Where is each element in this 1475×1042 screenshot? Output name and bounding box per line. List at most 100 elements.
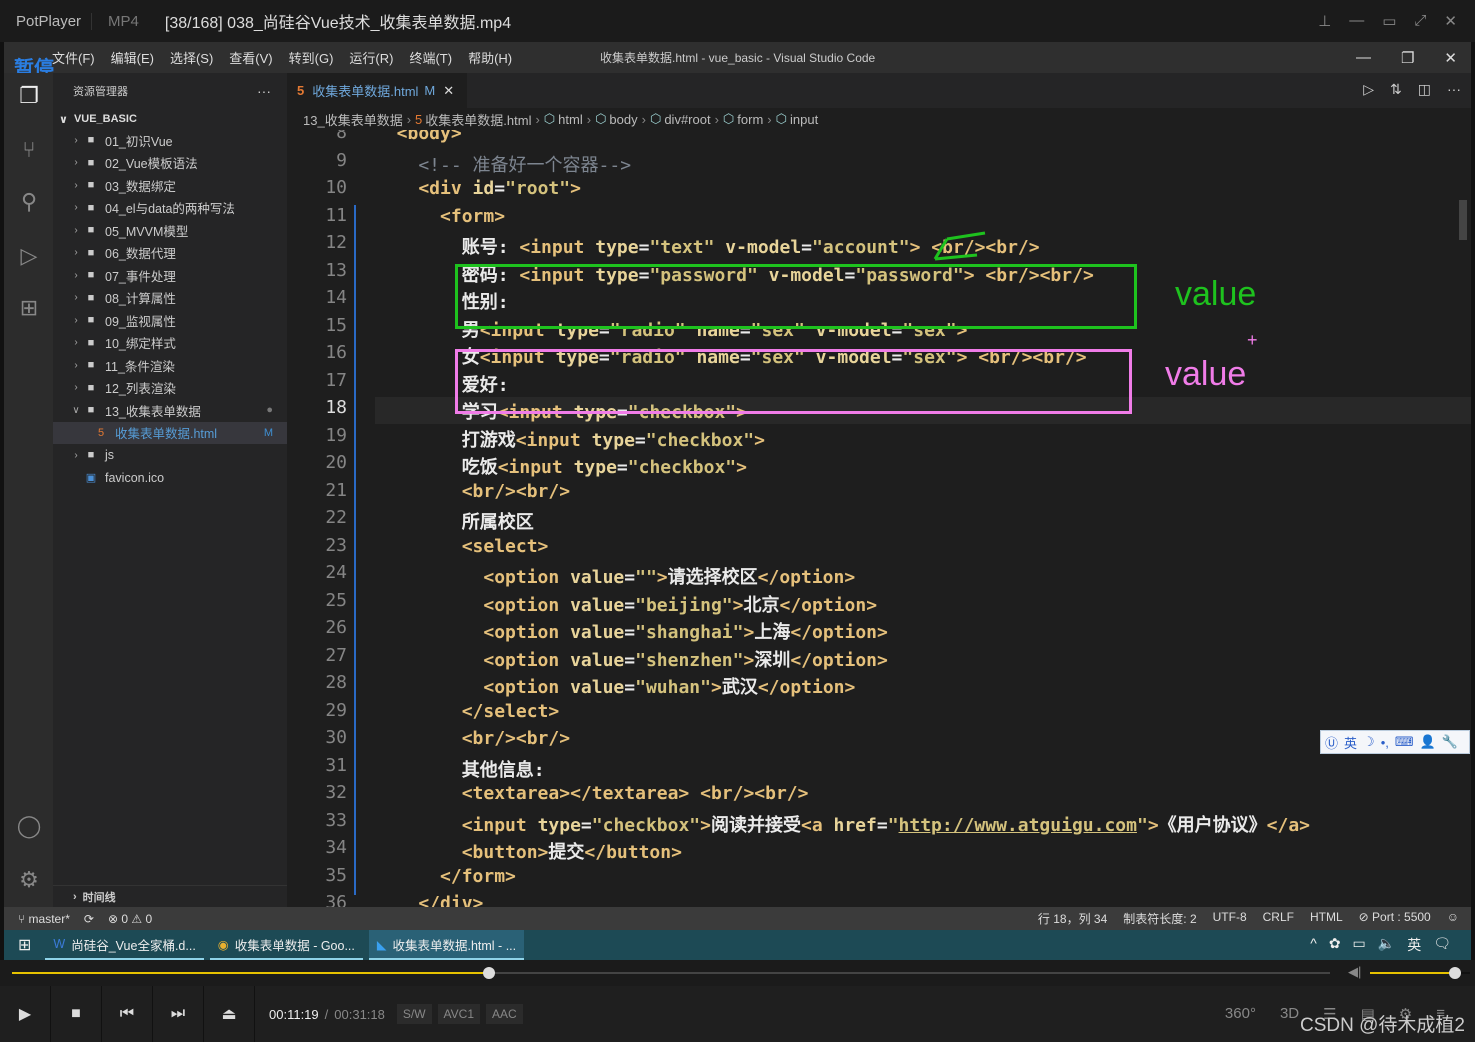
tray-icon[interactable]: 🗨 [1433, 935, 1451, 955]
tray-icon[interactable]: ✿ [1329, 935, 1341, 955]
menu-item[interactable]: 运行(R) [341, 48, 401, 67]
workspace-root[interactable]: ∨ VUE_BASIC [53, 109, 287, 129]
close-tab-icon[interactable]: ✕ [443, 83, 454, 99]
explorer-item[interactable]: › ■ 02_Vue模板语法 [53, 152, 287, 175]
taskbar-item[interactable]: W 尚硅谷_Vue全家桶.d... [45, 930, 204, 960]
split-editor-icon[interactable]: ◫ [1418, 81, 1431, 98]
minimize-icon[interactable]: — [1356, 49, 1371, 67]
seek-bar[interactable] [12, 967, 1330, 979]
extensions-icon[interactable]: ⊞ [14, 295, 44, 321]
codec-chip[interactable]: S/W [396, 1004, 432, 1024]
explorer-item[interactable]: › ■ 01_初识Vue [53, 129, 287, 152]
explorer-icon[interactable]: ❐ [14, 83, 44, 109]
tab-size[interactable]: 制表符长度: 2 [1123, 910, 1196, 927]
ime-toolbar[interactable]: Ⓤ 英 ☽ •, ⌨ 👤 🔧 [1320, 730, 1470, 754]
source-control-icon[interactable]: ⑂ [14, 137, 44, 163]
account-icon[interactable]: ◯ [14, 813, 44, 839]
timeline-section[interactable]: › 时间线 [53, 885, 287, 907]
editor-scrollbar[interactable] [1459, 200, 1467, 240]
cursor-position[interactable]: 行 18，列 34 [1038, 910, 1107, 927]
line-number: 20 [325, 452, 347, 473]
menu-item[interactable]: 编辑(E) [103, 48, 162, 67]
window-control-icon[interactable]: — [1349, 12, 1364, 30]
window-control-icon[interactable]: ✕ [1444, 12, 1457, 30]
explorer-item[interactable]: › ■ 06_数据代理 [53, 242, 287, 265]
explorer-item[interactable]: › ■ 07_事件处理 [53, 264, 287, 287]
explorer-item[interactable]: ▣ favicon.ico [53, 467, 287, 490]
explorer-item[interactable]: › ■ 08_计算属性 [53, 287, 287, 310]
window-control-icon[interactable]: ⤢ [1414, 12, 1426, 30]
explorer-item[interactable]: › ■ 04_el与data的两种写法 [53, 197, 287, 220]
problems-count[interactable]: ⊗ 0 ⚠ 0 [108, 912, 152, 926]
player-window-controls[interactable]: ⊥ — ▭ ⤢ ✕ [1318, 12, 1475, 30]
eject-button[interactable]: ⏏ [204, 986, 255, 1042]
previous-button[interactable]: ⏮ [102, 986, 153, 1042]
taskbar-item[interactable]: ◉ 收集表单数据 - Goo... [209, 930, 363, 960]
tray-icon[interactable]: 🔈 [1378, 935, 1395, 955]
encoding[interactable]: UTF-8 [1213, 910, 1247, 927]
breadcrumb-item[interactable]: form [737, 112, 763, 127]
menu-item[interactable]: 终端(T) [401, 48, 460, 67]
language-mode[interactable]: HTML [1310, 910, 1343, 927]
sync-icon[interactable]: ⟳ [84, 912, 94, 926]
breadcrumb-item[interactable]: html [558, 112, 583, 127]
close-icon[interactable]: ✕ [1444, 49, 1457, 67]
tray-icon[interactable]: 英 [1407, 935, 1421, 955]
explorer-item[interactable]: › ■ 03_数据绑定 [53, 174, 287, 197]
play-button[interactable]: ▶ [0, 986, 51, 1042]
breadcrumb-item[interactable]: div#root [664, 112, 710, 127]
git-branch[interactable]: master* [29, 912, 70, 926]
tab-collect-form-html[interactable]: 5 收集表单数据.html M ✕ [287, 73, 467, 108]
explorer-item[interactable]: ∨ ■ 13_收集表单数据 ● [53, 399, 287, 422]
menu-item[interactable]: 选择(S) [162, 48, 221, 67]
start-icon[interactable]: ⊞ [4, 935, 45, 955]
stop-button[interactable]: ■ [51, 986, 102, 1042]
breadcrumb-item[interactable]: 收集表单数据.html [425, 110, 531, 129]
code-line: <!-- 准备好一个容器--> [375, 151, 631, 177]
window-control-icon[interactable]: ▭ [1382, 12, 1396, 30]
seek-handle[interactable] [483, 967, 496, 979]
window-control-icon[interactable]: ⊥ [1318, 12, 1331, 30]
menu-item[interactable]: 帮助(H) [460, 48, 520, 67]
codec-chip[interactable]: AVC1 [437, 1004, 481, 1024]
explorer-item[interactable]: › ■ js [53, 444, 287, 467]
volume-slider[interactable] [1370, 967, 1470, 979]
explorer-item[interactable]: › ■ 10_绑定样式 [53, 332, 287, 355]
more-icon[interactable]: ··· [1447, 81, 1461, 98]
code-token: type [537, 814, 581, 836]
menu-item[interactable]: 查看(V) [221, 48, 280, 67]
window-controls[interactable]: — ❐ ✕ [1356, 49, 1457, 67]
player-option-button[interactable]: 3D [1280, 1005, 1299, 1023]
feedback-icon[interactable]: ☺ [1447, 910, 1459, 927]
tray-icon[interactable]: ^ [1310, 935, 1317, 955]
more-actions-icon[interactable]: ··· [257, 83, 287, 99]
explorer-item[interactable]: › ■ 05_MVVM模型 [53, 219, 287, 242]
code-editor[interactable]: 8 <body> 9 <!-- 准备好一个容器--> 10 <div id="roo… [287, 130, 1471, 907]
explorer-item[interactable]: › ■ 12_列表渲染 [53, 377, 287, 400]
run-debug-icon[interactable]: ▷ [14, 243, 44, 269]
search-icon[interactable]: ⚲ [14, 189, 44, 215]
compare-icon[interactable]: ⇅ [1390, 81, 1402, 98]
codec-chip[interactable]: AAC [486, 1004, 523, 1024]
taskbar-item[interactable]: ◣ 收集表单数据.html - ... [368, 930, 525, 960]
breadcrumb-item[interactable]: body [609, 112, 637, 127]
breadcrumb-item[interactable]: input [790, 112, 818, 127]
live-server-port[interactable]: ⊘ Port : 5500 [1359, 910, 1431, 927]
volume-icon[interactable]: ◀| [1348, 964, 1361, 980]
player-option-button[interactable]: 360° [1225, 1005, 1256, 1023]
explorer-item[interactable]: 5 收集表单数据.html M [53, 421, 287, 444]
player-brand-menu[interactable]: PotPlayer [0, 13, 91, 30]
restore-icon[interactable]: ❐ [1401, 49, 1414, 67]
line-number: 33 [325, 809, 347, 831]
breadcrumb-item[interactable]: 13_收集表单数据 [303, 110, 403, 129]
line-ending[interactable]: CRLF [1263, 910, 1294, 927]
menu-item[interactable]: 转到(G) [281, 48, 342, 67]
tray-icon[interactable]: ▭ [1353, 935, 1366, 955]
volume-handle[interactable] [1449, 967, 1461, 979]
ime-language[interactable]: 英 [1344, 733, 1357, 752]
explorer-item[interactable]: › ■ 11_条件渲染 [53, 354, 287, 377]
next-button[interactable]: ⏭ [153, 986, 204, 1042]
run-icon[interactable]: ▷ [1363, 81, 1374, 98]
explorer-item[interactable]: › ■ 09_监视属性 [53, 309, 287, 332]
settings-gear-icon[interactable]: ⚙ [14, 867, 44, 893]
